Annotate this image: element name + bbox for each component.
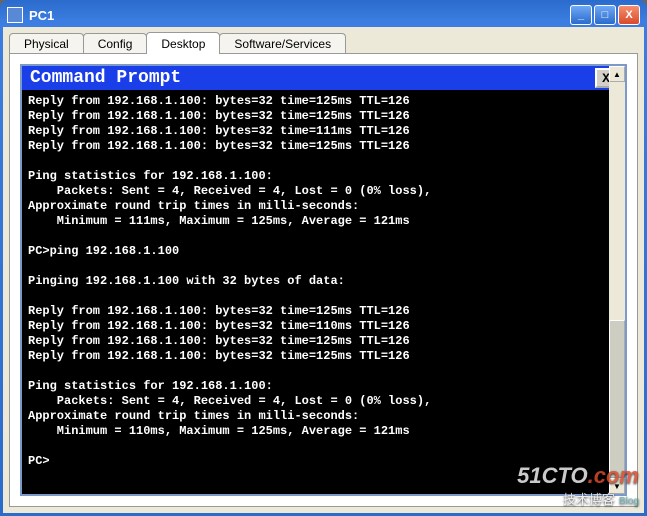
command-prompt-window: Command Prompt X Reply from 192.168.1.10… [20,64,627,496]
command-prompt-output[interactable]: Reply from 192.168.1.100: bytes=32 time=… [22,90,625,494]
scroll-thumb[interactable] [609,320,625,478]
scroll-up-button[interactable]: ▲ [609,66,625,82]
client-area: Physical Config Desktop Software/Service… [3,27,644,513]
close-button[interactable]: X [618,5,640,25]
titlebar[interactable]: PC1 _ □ X [3,3,644,27]
window-controls: _ □ X [570,5,640,25]
app-icon [7,7,23,23]
command-prompt-title: Command Prompt [30,68,595,88]
scroll-track[interactable] [609,82,625,478]
tab-content: Command Prompt X Reply from 192.168.1.10… [9,53,638,507]
scroll-down-button[interactable]: ▼ [609,478,625,494]
command-prompt-titlebar[interactable]: Command Prompt X [22,66,625,90]
tab-software-services[interactable]: Software/Services [219,33,346,54]
window-title: PC1 [29,8,570,23]
tab-strip: Physical Config Desktop Software/Service… [3,27,644,54]
tab-desktop[interactable]: Desktop [146,32,220,54]
tab-physical[interactable]: Physical [9,33,84,54]
maximize-button[interactable]: □ [594,5,616,25]
minimize-button[interactable]: _ [570,5,592,25]
app-window: PC1 _ □ X Physical Config Desktop Softwa… [0,0,647,516]
scrollbar[interactable]: ▲ ▼ [609,66,625,494]
tab-config[interactable]: Config [83,33,148,54]
